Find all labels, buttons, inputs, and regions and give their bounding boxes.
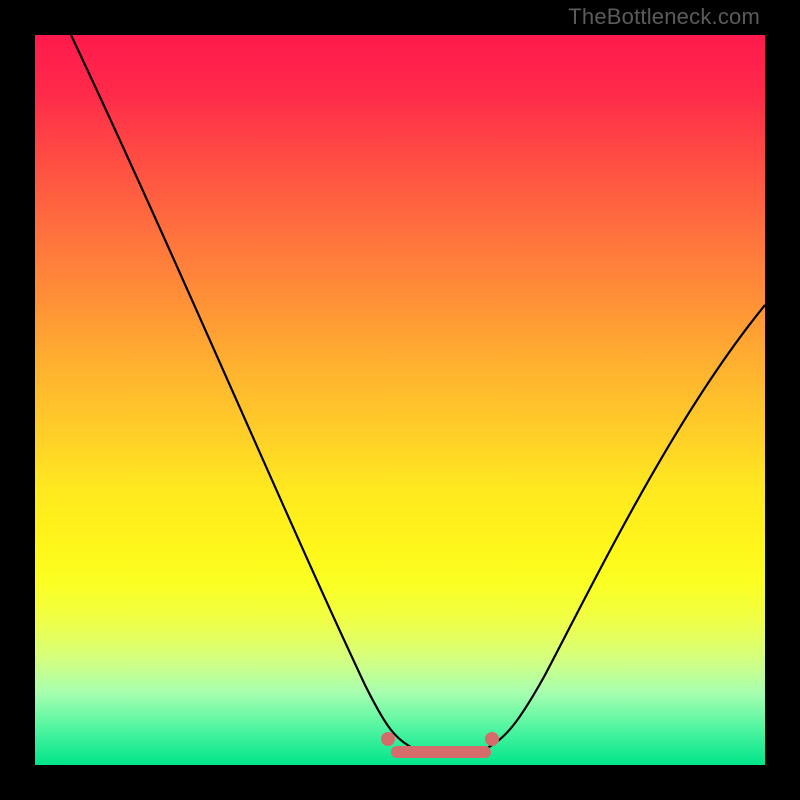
watermark-text: TheBottleneck.com — [568, 4, 760, 30]
highlight-trough — [391, 746, 491, 758]
highlight-dot-left — [381, 732, 395, 746]
chart-plot-area — [35, 35, 765, 765]
highlight-dot-right — [485, 732, 499, 746]
bottleneck-curve — [35, 35, 765, 765]
curve-path — [71, 35, 765, 754]
